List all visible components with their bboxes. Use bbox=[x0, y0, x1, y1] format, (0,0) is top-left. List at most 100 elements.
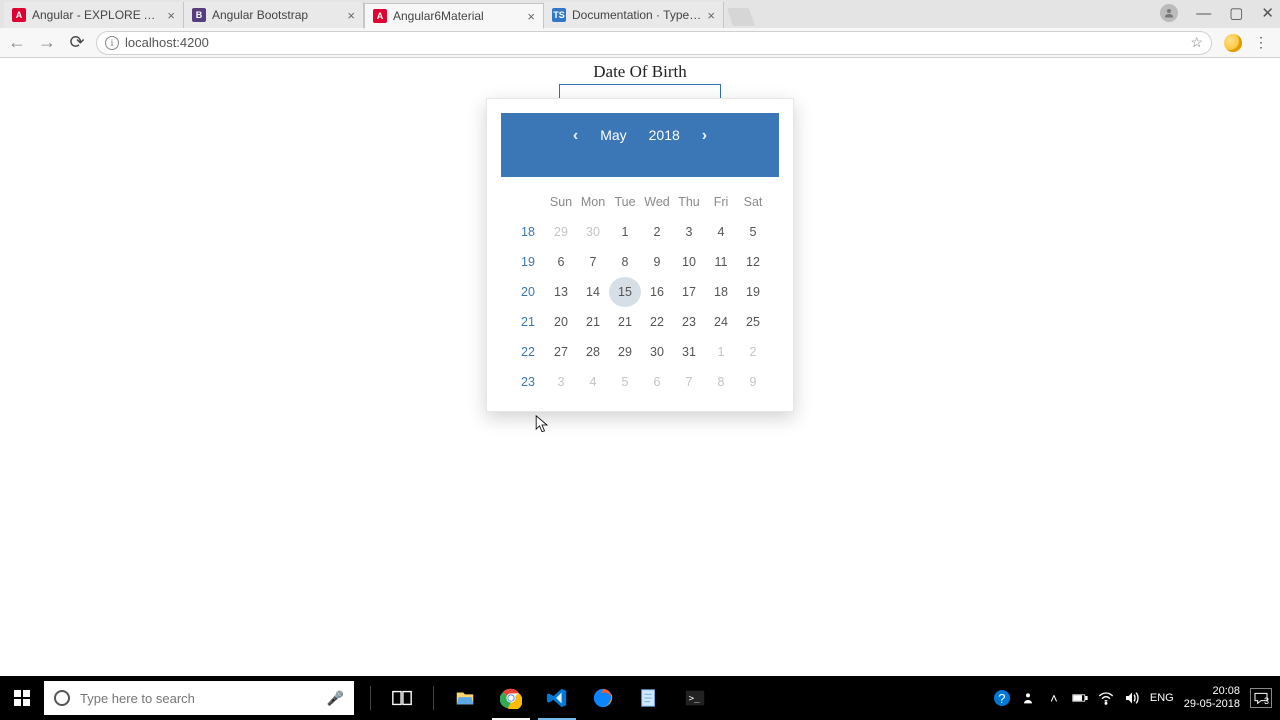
action-center-button[interactable]: 3 bbox=[1250, 688, 1272, 708]
datepicker-day[interactable]: 9 bbox=[737, 367, 769, 397]
datepicker-day[interactable]: 28 bbox=[577, 337, 609, 367]
datepicker-month[interactable]: May bbox=[600, 127, 626, 143]
browser-tab[interactable]: TSDocumentation · TypeScr× bbox=[544, 2, 724, 28]
datepicker-year[interactable]: 2018 bbox=[649, 127, 680, 143]
datepicker-day[interactable]: 2 bbox=[737, 337, 769, 367]
taskbar-search[interactable]: 🎤 bbox=[44, 681, 354, 715]
datepicker-week-number: 21 bbox=[511, 307, 545, 337]
datepicker-day[interactable]: 30 bbox=[641, 337, 673, 367]
datepicker-day[interactable]: 2 bbox=[641, 217, 673, 247]
start-button[interactable] bbox=[0, 676, 44, 720]
datepicker-day[interactable]: 30 bbox=[577, 217, 609, 247]
browser-menu-icon[interactable]: ⋮ bbox=[1252, 34, 1270, 52]
help-icon[interactable]: ? bbox=[994, 690, 1010, 706]
datepicker-day[interactable]: 5 bbox=[737, 217, 769, 247]
wifi-icon[interactable] bbox=[1098, 690, 1114, 706]
datepicker-day[interactable]: 10 bbox=[673, 247, 705, 277]
datepicker-dow: Sat bbox=[737, 187, 769, 217]
datepicker-day[interactable]: 15 bbox=[609, 277, 641, 307]
page-viewport: Date Of Birth ‹ May 2018 › SunMonTueWedT… bbox=[0, 62, 1280, 680]
datepicker-day[interactable]: 21 bbox=[609, 307, 641, 337]
tab-close-icon[interactable]: × bbox=[707, 8, 715, 23]
site-info-icon[interactable]: i bbox=[105, 36, 119, 50]
datepicker-day[interactable]: 6 bbox=[641, 367, 673, 397]
datepicker-day[interactable]: 23 bbox=[673, 307, 705, 337]
datepicker-day[interactable]: 13 bbox=[545, 277, 577, 307]
datepicker-day[interactable]: 11 bbox=[705, 247, 737, 277]
datepicker-day[interactable]: 1 bbox=[705, 337, 737, 367]
datepicker-day[interactable]: 29 bbox=[545, 217, 577, 247]
datepicker-day[interactable]: 12 bbox=[737, 247, 769, 277]
chrome-app[interactable] bbox=[488, 676, 534, 720]
datepicker-day[interactable]: 19 bbox=[737, 277, 769, 307]
datepicker-day[interactable]: 17 bbox=[673, 277, 705, 307]
taskbar-search-input[interactable] bbox=[80, 691, 300, 706]
mouse-cursor-icon bbox=[535, 415, 549, 435]
datepicker-day[interactable]: 8 bbox=[609, 247, 641, 277]
tab-favicon-icon: A bbox=[373, 9, 387, 23]
datepicker-day[interactable]: 14 bbox=[577, 277, 609, 307]
volume-icon[interactable] bbox=[1124, 690, 1140, 706]
datepicker-day[interactable]: 21 bbox=[577, 307, 609, 337]
night-mode-extension-icon[interactable] bbox=[1224, 34, 1242, 52]
input-language[interactable]: ENG bbox=[1150, 690, 1174, 706]
file-explorer-app[interactable] bbox=[442, 676, 488, 720]
datepicker-day[interactable]: 4 bbox=[705, 217, 737, 247]
datepicker-day[interactable]: 3 bbox=[673, 217, 705, 247]
tab-close-icon[interactable]: × bbox=[167, 8, 175, 23]
profile-avatar-icon[interactable] bbox=[1160, 4, 1178, 22]
datepicker-week-number: 20 bbox=[511, 277, 545, 307]
datepicker-day[interactable]: 29 bbox=[609, 337, 641, 367]
datepicker-day[interactable]: 22 bbox=[641, 307, 673, 337]
taskbar-clock[interactable]: 20:08 29-05-2018 bbox=[1184, 685, 1240, 710]
datepicker-day[interactable]: 16 bbox=[641, 277, 673, 307]
tray-chevron-up-icon[interactable]: ˄ bbox=[1046, 690, 1062, 706]
datepicker-day[interactable]: 8 bbox=[705, 367, 737, 397]
nav-back-button[interactable]: ← bbox=[6, 32, 28, 54]
bookmark-star-icon[interactable]: ☆ bbox=[1190, 34, 1203, 51]
firefox-app[interactable] bbox=[580, 676, 626, 720]
nav-reload-button[interactable]: ⟳ bbox=[66, 32, 88, 54]
tab-close-icon[interactable]: × bbox=[347, 8, 355, 23]
datepicker-week-number: 19 bbox=[511, 247, 545, 277]
tab-close-icon[interactable]: × bbox=[527, 9, 535, 24]
datepicker-dow: Mon bbox=[577, 187, 609, 217]
datepicker-day[interactable]: 9 bbox=[641, 247, 673, 277]
browser-tab[interactable]: BAngular Bootstrap× bbox=[184, 2, 364, 28]
datepicker-day[interactable]: 31 bbox=[673, 337, 705, 367]
datepicker-day[interactable]: 24 bbox=[705, 307, 737, 337]
datepicker-day[interactable]: 5 bbox=[609, 367, 641, 397]
people-icon[interactable] bbox=[1020, 690, 1036, 706]
browser-tab[interactable]: AAngular - EXPLORE ANGU× bbox=[4, 2, 184, 28]
vscode-app[interactable] bbox=[534, 676, 580, 720]
datepicker-day[interactable]: 18 bbox=[705, 277, 737, 307]
mic-icon[interactable]: 🎤 bbox=[327, 690, 344, 707]
tab-favicon-icon: B bbox=[192, 8, 206, 22]
datepicker-dow: Fri bbox=[705, 187, 737, 217]
task-view-button[interactable] bbox=[379, 676, 425, 720]
datepicker-day[interactable]: 27 bbox=[545, 337, 577, 367]
notepad-app[interactable] bbox=[626, 676, 672, 720]
address-bar[interactable]: i localhost:4200 ☆ bbox=[96, 31, 1212, 55]
datepicker-day[interactable]: 6 bbox=[545, 247, 577, 277]
nav-forward-button[interactable]: → bbox=[36, 32, 58, 54]
datepicker-day[interactable]: 7 bbox=[577, 247, 609, 277]
terminal-app[interactable]: >_ bbox=[672, 676, 718, 720]
browser-tab[interactable]: AAngular6Material× bbox=[364, 3, 544, 29]
new-tab-button[interactable] bbox=[727, 8, 755, 26]
datepicker-day[interactable]: 1 bbox=[609, 217, 641, 247]
window-minimize-button[interactable]: — bbox=[1196, 5, 1211, 22]
datepicker-day[interactable]: 4 bbox=[577, 367, 609, 397]
notification-count: 3 bbox=[1264, 696, 1269, 706]
datepicker-day[interactable]: 20 bbox=[545, 307, 577, 337]
datepicker-day[interactable]: 7 bbox=[673, 367, 705, 397]
datepicker-next-button[interactable]: › bbox=[702, 127, 707, 145]
window-maximize-button[interactable]: ▢ bbox=[1229, 4, 1243, 22]
datepicker-prev-button[interactable]: ‹ bbox=[573, 127, 578, 145]
datepicker-day[interactable]: 3 bbox=[545, 367, 577, 397]
datepicker-day[interactable]: 25 bbox=[737, 307, 769, 337]
battery-icon[interactable] bbox=[1072, 690, 1088, 706]
window-close-button[interactable]: ✕ bbox=[1261, 4, 1274, 22]
tabstrip: AAngular - EXPLORE ANGU×BAngular Bootstr… bbox=[0, 0, 1280, 28]
address-bar-row: ← → ⟳ i localhost:4200 ☆ ⋮ bbox=[0, 28, 1280, 58]
